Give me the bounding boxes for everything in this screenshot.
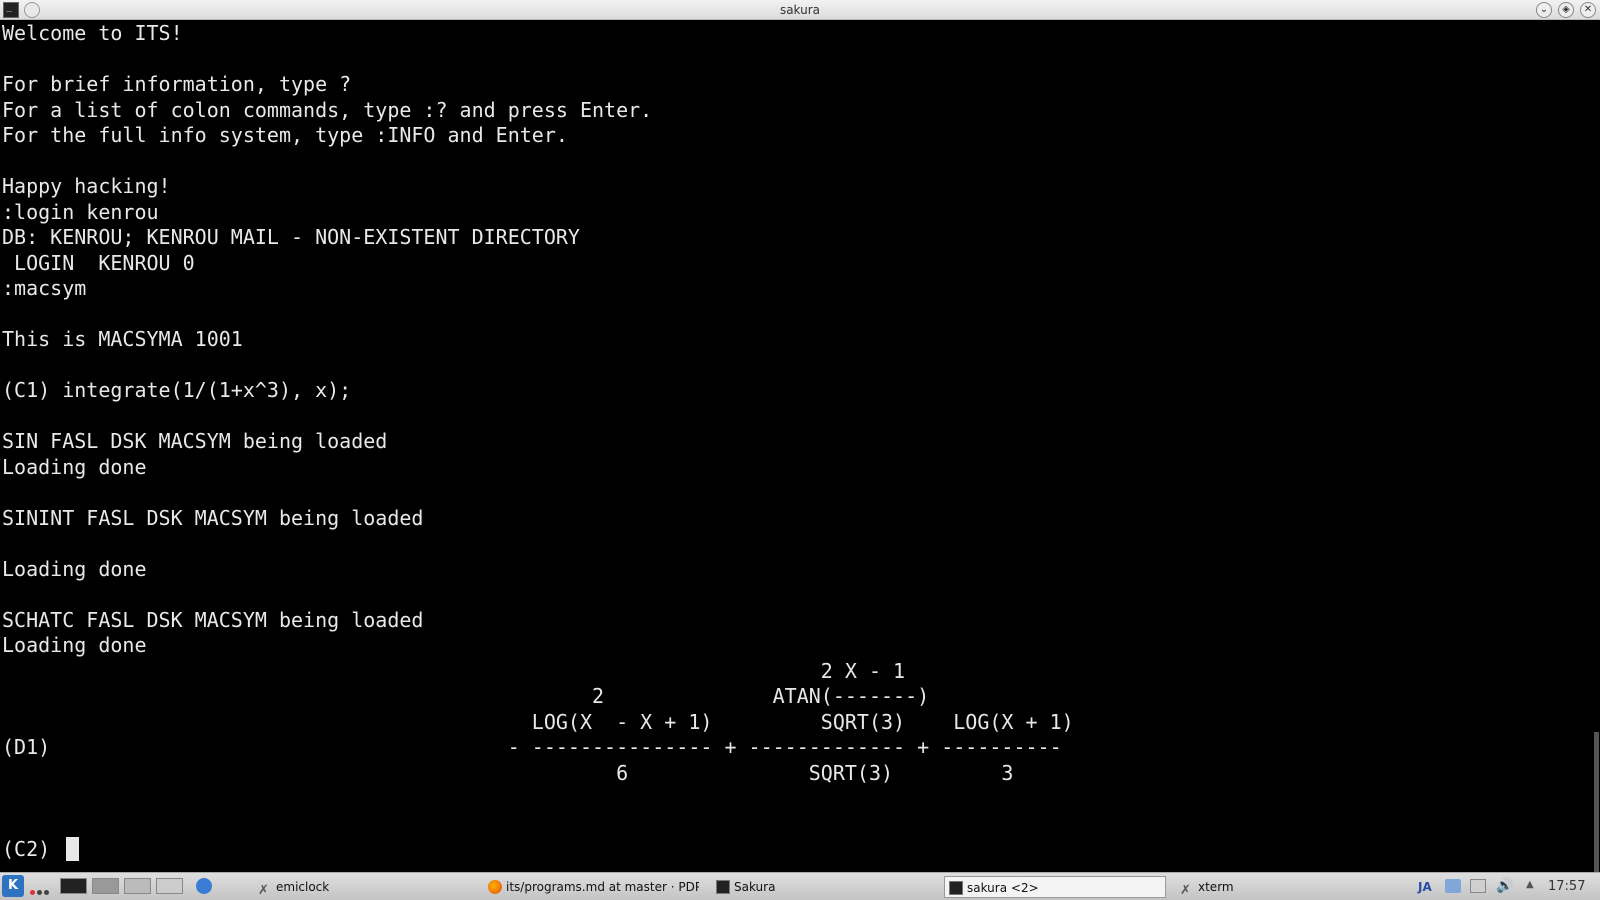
terminal-icon xyxy=(716,880,730,894)
terminal-line: For a list of colon commands, type :? an… xyxy=(2,97,653,122)
terminal-output[interactable]: Welcome to ITS! For brief information, ty… xyxy=(0,20,1590,872)
keyboard-icon[interactable] xyxy=(1470,879,1486,893)
terminal-line: :macsym xyxy=(2,276,87,300)
desktop-pager-2[interactable] xyxy=(92,878,119,894)
window-title: sakura xyxy=(779,3,821,17)
desktop-pager-3[interactable] xyxy=(124,878,151,894)
browser-launcher-icon[interactable] xyxy=(196,878,212,894)
terminal-line: DB: KENROU; KENROU MAIL - NON-EXISTENT D… xyxy=(2,225,580,249)
terminal-line: SIN FASL DSK MACSYM being loaded xyxy=(2,429,388,453)
terminal-line: Loading done xyxy=(2,633,147,657)
window-titlebar[interactable]: sakura ⌄ ◈ ✕ xyxy=(0,0,1600,20)
input-method-indicator[interactable]: JA xyxy=(1418,876,1432,898)
task-label: sakura <2> xyxy=(967,881,1039,895)
taskbar: K ✗ emiclock its/programs.md at master ·… xyxy=(0,872,1600,900)
terminal-line: 2 ATAN(-------) xyxy=(2,684,930,708)
terminal-line: (D1) - --------------- + ------------- +… xyxy=(2,735,1062,759)
terminal-line: (C1) integrate(1/(1+x^3), x); xyxy=(2,378,352,402)
terminal-line: Happy hacking! xyxy=(2,174,171,198)
firefox-icon xyxy=(488,880,502,894)
x-icon: ✗ xyxy=(258,883,269,898)
dots-icon[interactable] xyxy=(30,884,51,898)
close-button[interactable]: ✕ xyxy=(1580,2,1596,18)
terminal-line: Loading done xyxy=(2,454,147,479)
task-sakura[interactable]: Sakura xyxy=(712,876,927,898)
terminal-scrollbar[interactable] xyxy=(1590,20,1600,872)
terminal-line: Loading done xyxy=(2,556,147,581)
task-label: Sakura xyxy=(734,880,776,894)
minimize-button[interactable]: ⌄ xyxy=(1536,2,1552,18)
network-icon[interactable] xyxy=(1445,879,1461,893)
scrollbar-thumb[interactable] xyxy=(1594,732,1599,872)
terminal-line: 2 X - 1 xyxy=(2,658,906,683)
task-label: xterm xyxy=(1198,880,1234,894)
task-firefox[interactable]: its/programs.md at master · PDP-1 xyxy=(484,876,699,898)
maximize-button[interactable]: ◈ xyxy=(1558,2,1574,18)
volume-icon[interactable]: 🔊 xyxy=(1496,879,1513,893)
terminal-line: SININT FASL DSK MACSYM being loaded xyxy=(2,505,424,530)
task-xterm[interactable]: ✗ xterm xyxy=(1176,876,1376,898)
desktop-pager-4[interactable] xyxy=(156,878,183,894)
task-emiclock[interactable]: ✗ emiclock xyxy=(254,876,469,898)
clock[interactable]: 17:57 xyxy=(1548,876,1585,898)
terminal-line: 6 SQRT(3) 3 xyxy=(2,760,1014,785)
terminal-line: LOG(X - X + 1) SQRT(3) LOG(X + 1) xyxy=(2,709,1074,734)
terminal-line: :login kenrou xyxy=(2,199,159,224)
task-label: its/programs.md at master · PDP-1 xyxy=(506,880,699,894)
tray-expand-icon[interactable]: ▲ xyxy=(1526,879,1542,893)
terminal-line: LOGIN KENROU 0 xyxy=(2,250,195,275)
terminal-icon xyxy=(949,881,963,895)
terminal-line: This is MACSYMA 1001 xyxy=(2,327,243,351)
task-label: emiclock xyxy=(276,880,330,894)
terminal-line: Welcome to ITS! xyxy=(2,21,183,45)
task-sakura-2[interactable]: sakura <2> xyxy=(944,876,1166,898)
terminal-line: For the full info system, type :INFO and… xyxy=(2,123,568,147)
text-cursor xyxy=(66,837,79,861)
terminal-line: (C2) xyxy=(2,837,63,861)
terminal-line: SCHATC FASL DSK MACSYM being loaded xyxy=(2,607,424,632)
terminal-line: For brief information, type ? xyxy=(2,72,352,96)
start-menu-button[interactable]: K xyxy=(2,875,24,897)
desktop-pager-1[interactable] xyxy=(60,878,87,894)
x-icon: ✗ xyxy=(1180,883,1191,898)
